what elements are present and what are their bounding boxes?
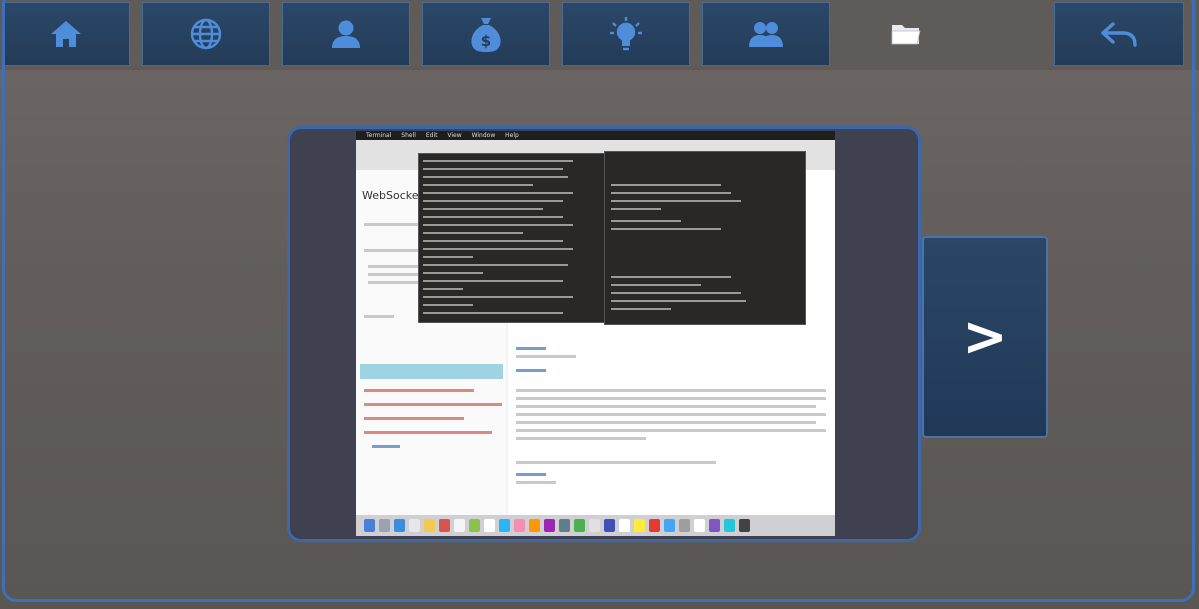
money-button[interactable]: $ bbox=[422, 2, 550, 66]
link-line bbox=[364, 389, 474, 392]
text-line bbox=[516, 481, 556, 484]
home-button[interactable] bbox=[2, 2, 130, 66]
menubar-item: Edit bbox=[425, 132, 438, 139]
text-line bbox=[516, 389, 826, 392]
link-line bbox=[516, 473, 546, 476]
group-icon bbox=[746, 19, 786, 49]
back-arrow-icon bbox=[1099, 19, 1139, 49]
lightbulb-icon bbox=[608, 15, 644, 53]
terminal-window-left bbox=[418, 153, 608, 323]
globe-icon bbox=[188, 16, 224, 52]
next-arrow-icon: > bbox=[962, 305, 1008, 368]
folder-button[interactable] bbox=[842, 2, 970, 66]
link-line bbox=[364, 417, 464, 420]
link-line bbox=[372, 445, 400, 448]
menubar-item: Terminal bbox=[366, 132, 392, 139]
text-line bbox=[364, 315, 394, 318]
text-line bbox=[364, 223, 424, 226]
link-line bbox=[364, 431, 492, 434]
link-line bbox=[364, 403, 502, 406]
menubar-item: Help bbox=[505, 132, 519, 139]
terminal-window-right bbox=[604, 151, 806, 325]
text-line bbox=[516, 355, 576, 358]
text-line bbox=[516, 397, 826, 400]
menubar-item: Shell bbox=[401, 132, 416, 139]
screenshot-preview[interactable]: Terminal Shell Edit View Window Help Web… bbox=[356, 131, 835, 536]
mac-dock bbox=[356, 515, 835, 536]
menubar-item: Window bbox=[471, 132, 496, 139]
text-line bbox=[516, 429, 826, 432]
mac-menubar: Terminal Shell Edit View Window Help bbox=[356, 131, 835, 140]
link-line bbox=[516, 347, 546, 350]
idea-button[interactable] bbox=[562, 2, 690, 66]
text-line bbox=[516, 413, 826, 416]
text-line bbox=[516, 421, 816, 424]
page-action-button bbox=[360, 364, 503, 379]
site-title: WebSocket bbox=[362, 189, 423, 202]
user-icon bbox=[329, 17, 363, 51]
svg-text:$: $ bbox=[481, 32, 491, 50]
link-line bbox=[516, 369, 546, 372]
folder-icon bbox=[890, 21, 922, 47]
menubar-item: View bbox=[447, 132, 462, 139]
text-line bbox=[516, 437, 646, 440]
text-line bbox=[516, 461, 716, 464]
group-button[interactable] bbox=[702, 2, 830, 66]
user-button[interactable] bbox=[282, 2, 410, 66]
text-line bbox=[516, 405, 816, 408]
globe-button[interactable] bbox=[142, 2, 270, 66]
back-button[interactable] bbox=[1054, 2, 1184, 66]
next-button[interactable]: > bbox=[922, 236, 1048, 438]
home-icon bbox=[48, 18, 84, 50]
money-bag-icon: $ bbox=[469, 15, 503, 53]
